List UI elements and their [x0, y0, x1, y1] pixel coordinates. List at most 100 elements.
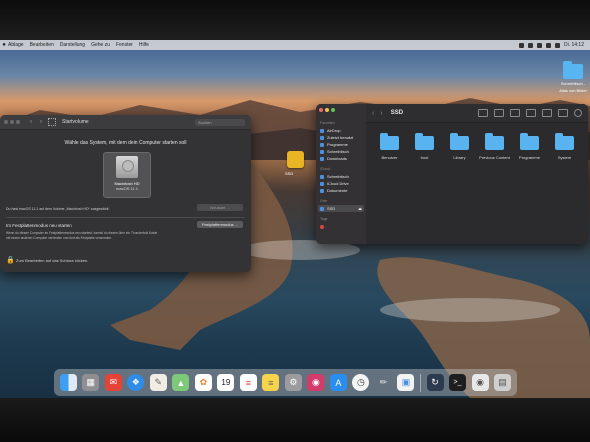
close-button[interactable] [4, 120, 8, 124]
file-item[interactable]: Previous Content [477, 133, 512, 160]
sidebar-item-tag[interactable] [316, 223, 366, 230]
external-drive-icon[interactable] [287, 151, 304, 168]
menu-gehe-zu[interactable]: Gehe zu [91, 42, 110, 48]
forward-icon[interactable]: › [40, 119, 42, 125]
menu-ablage[interactable]: Ablage [8, 42, 24, 48]
folder-icon [563, 61, 583, 79]
search-field[interactable]: Suchen [195, 118, 245, 126]
status-icon[interactable] [536, 42, 542, 48]
back-icon[interactable]: ‹ [372, 110, 374, 117]
menu-hilfe[interactable]: Hilfe [139, 42, 149, 48]
sidebar-item-recents[interactable]: Zuletzt benutzt [316, 134, 366, 141]
search-icon[interactable] [554, 42, 560, 48]
minimize-button[interactable] [325, 108, 329, 112]
sidebar-item-applications[interactable]: Programme [316, 141, 366, 148]
desktop-icon [320, 174, 324, 179]
startup-disk-titlebar: ‹ › Startvolume Suchen [0, 115, 251, 130]
file-item[interactable]: Programme [512, 133, 547, 160]
sidebar-item-downloads[interactable]: Downloads [316, 155, 366, 162]
reminders-icon[interactable]: ≡ [239, 374, 257, 391]
finder-icon[interactable] [59, 374, 77, 391]
sidebar-section-locations: Orte [320, 199, 327, 203]
sidebar-item-documents[interactable]: Dokumente [316, 187, 366, 194]
file-item[interactable]: Library [442, 133, 477, 160]
target-mode-description: Wenn du diesen Computer im Festplattenmo… [6, 231, 186, 240]
wifi-icon[interactable] [545, 42, 551, 48]
terminal-icon[interactable]: >_ [449, 374, 467, 391]
maps-icon[interactable]: ▲ [172, 374, 190, 391]
appstore-icon[interactable]: A [329, 374, 347, 391]
tag-icon[interactable] [542, 109, 552, 117]
lock-icon[interactable]: 🔒 [6, 256, 15, 264]
folder-icon [485, 133, 504, 150]
menubar-clock[interactable]: Di. 14:12 [564, 42, 584, 48]
folder-icon [555, 133, 574, 150]
file-name: boot [420, 155, 429, 160]
target-mode-title: Im Festplattenmodus neu starten [6, 223, 72, 228]
sidebar-item-label: AirDrop [327, 128, 341, 133]
file-name: Programme [519, 155, 540, 160]
photos-icon[interactable]: ✿ [194, 374, 212, 391]
trash-icon[interactable]: ▤ [494, 374, 512, 391]
cloud-icon [320, 181, 324, 186]
view-list-icon[interactable] [494, 109, 504, 117]
clock-icon[interactable]: ◷ [352, 374, 370, 391]
sidebar-item-airdrop[interactable]: AirDrop [316, 127, 366, 134]
sidebar-item-desktop[interactable]: Schreibtisch [316, 148, 366, 155]
sidebar-item-label: Downloads [327, 156, 347, 161]
minimize-button[interactable] [10, 120, 14, 124]
mail-icon[interactable]: ✉ [104, 374, 122, 391]
menu-darstellung[interactable]: Darstellung [60, 42, 85, 48]
grid-icon[interactable] [48, 118, 56, 126]
desktop-alias-icon[interactable]: Schreibtisch - Alias von Bilder [558, 61, 588, 93]
file-item[interactable]: System [547, 133, 582, 160]
view-grid-icon[interactable] [478, 109, 488, 117]
notes-icon[interactable]: ≡ [262, 374, 280, 391]
textedit-icon[interactable]: ✎ [149, 374, 167, 391]
target-mode-button[interactable]: Festplattenmodus ... [197, 221, 243, 228]
activity-icon[interactable]: ↻ [426, 374, 444, 391]
forward-icon[interactable]: › [380, 110, 382, 117]
file-name: Library [453, 155, 466, 160]
apple-menu-icon[interactable]: ● [0, 42, 8, 48]
hard-drive-icon [116, 156, 138, 178]
file-item[interactable]: Benutzer [372, 133, 407, 160]
sidebar-item-label: SSD [327, 206, 336, 211]
folder-icon [380, 133, 399, 150]
sidebar-item-icloud-desktop[interactable]: Schreibtisch [316, 173, 366, 180]
launchpad-icon[interactable]: ▦ [82, 374, 100, 391]
group-icon[interactable] [510, 109, 520, 117]
divider [6, 217, 245, 218]
restart-button[interactable]: Neustart ... [197, 204, 243, 211]
preview-icon[interactable]: ▣ [397, 374, 415, 391]
dock-separator [420, 373, 421, 392]
sidebar-item-ssd[interactable]: SSD ⏏ [318, 205, 364, 212]
calendar-icon[interactable]: 19 [217, 374, 235, 391]
download-icon [320, 156, 324, 161]
monitor-bezel-bottom [0, 398, 590, 442]
action-icon[interactable] [558, 109, 568, 117]
close-button[interactable] [319, 108, 323, 112]
game-icon[interactable]: ◉ [307, 374, 325, 391]
menu-fenster[interactable]: Fenster [116, 42, 133, 48]
zoom-button[interactable] [16, 120, 20, 124]
eject-icon[interactable]: ⏏ [358, 206, 362, 211]
sidebar-item-label: iCloud Drive [327, 181, 349, 186]
status-icon[interactable] [527, 42, 533, 48]
status-icon[interactable] [518, 42, 524, 48]
disk-tile-macintosh-hd[interactable]: Macintosh HD macOS 11.1 [103, 152, 151, 198]
zoom-button[interactable] [331, 108, 335, 112]
file-item[interactable]: boot [407, 133, 442, 160]
menu-bearbeiten[interactable]: Bearbeiten [30, 42, 54, 48]
back-icon[interactable]: ‹ [30, 119, 32, 125]
disk-os: macOS 11.1 [116, 186, 138, 191]
safari-icon[interactable]: ❖ [127, 374, 145, 391]
desktop-alias-label-2: Alias von Bilder [559, 88, 587, 93]
settings-icon[interactable]: ⚙ [284, 374, 302, 391]
sidebar-item-icloud-drive[interactable]: iCloud Drive [316, 180, 366, 187]
search-icon[interactable] [574, 109, 582, 117]
share-icon[interactable] [526, 109, 536, 117]
pencil-icon[interactable]: ✏ [375, 374, 392, 391]
sidebar-section-tags: Tags [320, 217, 328, 221]
disk-utility-icon[interactable]: ◉ [471, 374, 489, 391]
